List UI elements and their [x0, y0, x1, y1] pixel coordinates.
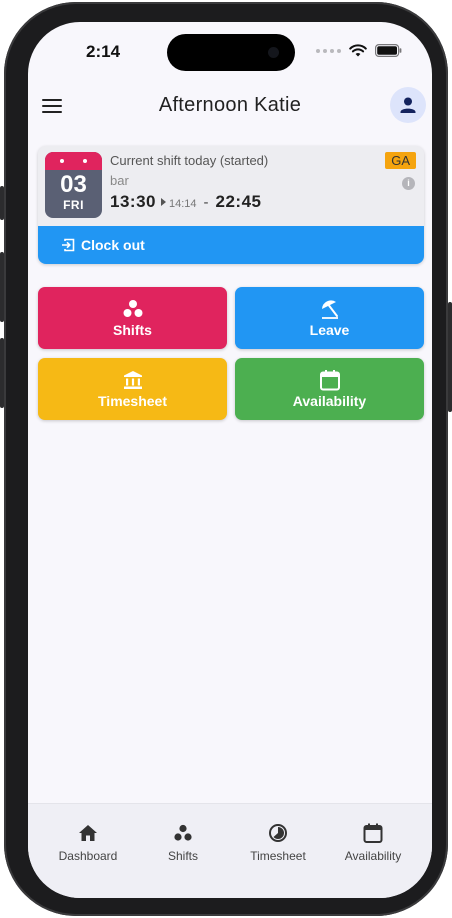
shift-weekday: FRI [63, 198, 84, 212]
calendar-header [45, 152, 102, 170]
nav-dashboard[interactable]: Dashboard [40, 822, 136, 863]
time-separator: - [203, 194, 209, 211]
area-badge: GA [385, 152, 416, 169]
status-icons [316, 44, 402, 57]
shift-end-time: 22:45 [215, 192, 262, 211]
volume-down-button [0, 338, 4, 408]
actual-start-time: 14:14 [168, 198, 197, 210]
shifts-tile-label: Shifts [113, 322, 152, 338]
login-icon [62, 238, 75, 252]
shift-start-time: 13:30 [110, 192, 156, 211]
nav-shifts-label: Shifts [167, 849, 198, 863]
play-arrow-icon [160, 198, 166, 206]
timesheet-tile-label: Timesheet [98, 393, 167, 409]
calendar-icon [319, 370, 340, 391]
status-time: 2:14 [86, 42, 121, 61]
power-button [448, 302, 452, 412]
leave-tile[interactable]: Leave [235, 287, 424, 349]
phone-frame: 2:14 Afternoon Katie 03 FRI Current shif… [0, 2, 452, 916]
availability-tile[interactable]: Availability [235, 358, 424, 420]
info-icon[interactable]: i [402, 177, 415, 190]
dynamic-island [167, 34, 295, 71]
nav-dashboard-label: Dashboard [58, 849, 118, 863]
nav-timesheet[interactable]: Timesheet [230, 822, 326, 863]
app-header: Afternoon Katie [28, 84, 432, 128]
shift-date-calendar: 03 FRI [45, 152, 102, 218]
shift-title: Current shift today (started) [110, 153, 269, 168]
shifts-icon [123, 300, 142, 317]
clock-out-button[interactable]: Clock out [38, 226, 424, 264]
screen: 2:14 Afternoon Katie 03 FRI Current shif… [28, 22, 432, 898]
shift-location: bar [110, 173, 129, 188]
nav-shifts[interactable]: Shifts [135, 822, 231, 863]
timesheet-tile[interactable]: Timesheet [38, 358, 227, 420]
bank-icon [123, 371, 142, 389]
mute-switch [0, 186, 4, 220]
battery-icon [375, 44, 402, 57]
wifi-icon [349, 44, 367, 57]
clock-icon [269, 824, 287, 842]
nav-timesheet-label: Timesheet [250, 849, 306, 863]
volume-up-button [0, 252, 4, 322]
calendar-icon [363, 823, 383, 843]
leave-tile-label: Leave [309, 322, 350, 338]
shift-day: 03 [60, 171, 87, 198]
shifts-tile[interactable]: Shifts [38, 287, 227, 349]
nav-availability-label: Availability [344, 849, 402, 863]
page-title: Afternoon Katie [158, 94, 302, 116]
beach-umbrella-icon [321, 300, 338, 319]
profile-avatar-button[interactable] [390, 87, 426, 123]
clock-out-label: Clock out [81, 237, 145, 253]
nav-availability[interactable]: Availability [325, 822, 421, 863]
home-icon [79, 825, 97, 841]
shifts-icon [174, 824, 192, 841]
shift-times: 13:30 14:14 - 22:45 [110, 192, 262, 212]
cellular-signal-icon [316, 48, 341, 53]
availability-tile-label: Availability [292, 393, 367, 409]
person-icon [400, 97, 416, 113]
bottom-navigation: Dashboard Shifts Timesheet Availability [28, 803, 432, 898]
current-shift-card: 03 FRI Current shift today (started) bar… [38, 146, 424, 264]
